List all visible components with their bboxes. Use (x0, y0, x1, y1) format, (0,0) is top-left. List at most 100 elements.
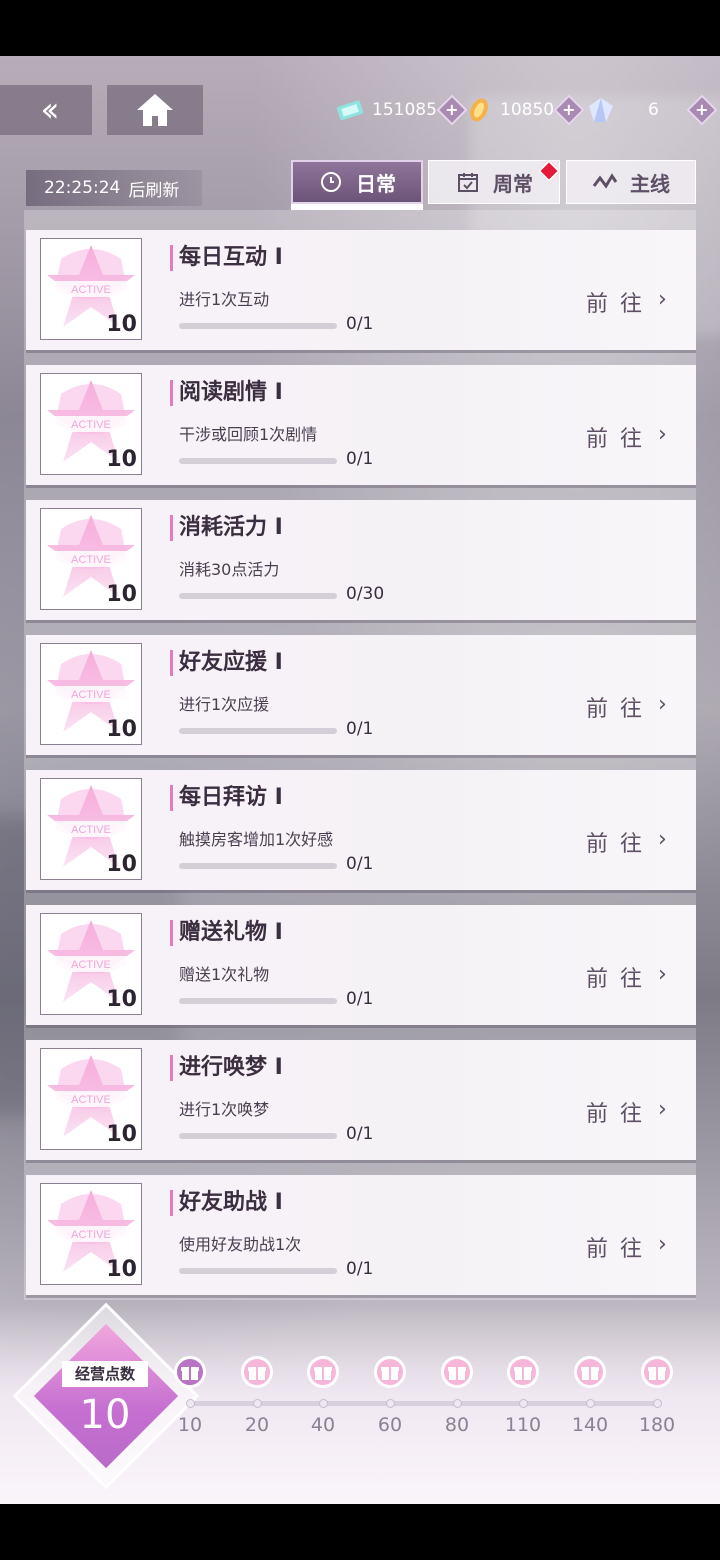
svg-text:ACTIVE: ACTIVE (71, 1229, 111, 1241)
feather-currency-icon (470, 98, 488, 122)
milestone-node (319, 1399, 328, 1408)
active-points-badge: ACTIVE 10 (40, 1183, 142, 1285)
task-title: 赠送礼物 I (170, 920, 283, 946)
gift-icon[interactable] (307, 1356, 339, 1388)
task-title: 每日拜访 I (170, 785, 283, 811)
task-points: 10 (106, 717, 137, 742)
gift-icon[interactable] (241, 1356, 273, 1388)
task-card: ACTIVE 10 赠送礼物 I 赠送1次礼物 0/1 前往 › (26, 905, 696, 1025)
task-card: ACTIVE 10 好友助战 I 使用好友助战1次 0/1 前往 › (26, 1175, 696, 1295)
task-progress-text: 0/1 (346, 314, 374, 334)
task-description: 进行1次唤梦 (179, 1100, 270, 1119)
milestone-node (586, 1399, 595, 1408)
goto-button[interactable]: 前往 (586, 961, 654, 993)
task-description: 进行1次互动 (179, 290, 270, 309)
crystal-amount: 6 (648, 100, 659, 120)
goto-button[interactable]: 前往 (586, 826, 654, 858)
add-ticket-button[interactable]: + (436, 94, 468, 126)
task-points: 10 (106, 987, 137, 1012)
goto-button[interactable]: 前往 (586, 1096, 654, 1128)
crystal-currency-icon (589, 98, 613, 122)
task-progress-text: 0/1 (346, 449, 374, 469)
feather-amount: 10850 (500, 100, 555, 120)
active-points-badge: ACTIVE 10 (40, 1048, 142, 1150)
task-title: 好友助战 I (170, 1190, 283, 1216)
task-progress-bar (179, 593, 337, 599)
task-card: ACTIVE 10 每日拜访 I 触摸房客增加1次好感 0/1 前往 › (26, 770, 696, 890)
milestone-node (519, 1399, 528, 1408)
currency-ticket: 151085 + (336, 94, 468, 126)
task-description: 触摸房客增加1次好感 (179, 830, 334, 849)
task-points: 10 (106, 1257, 137, 1282)
goto-button[interactable]: 前往 (586, 286, 654, 318)
ticket-currency-icon (336, 100, 364, 121)
ticket-amount: 151085 (372, 100, 437, 120)
svg-text:ACTIVE: ACTIVE (71, 959, 111, 971)
milestone-value: 110 (504, 1414, 542, 1436)
milestone-value: 180 (638, 1414, 676, 1436)
gift-icon[interactable] (174, 1356, 206, 1388)
task-card: ACTIVE 10 进行唤梦 I 进行1次唤梦 0/1 前往 › (26, 1040, 696, 1160)
task-description: 赠送1次礼物 (179, 965, 270, 984)
add-crystal-button[interactable]: + (686, 94, 718, 126)
refresh-suffix: 后刷新 (128, 180, 180, 201)
task-progress-bar (179, 1268, 337, 1274)
gift-icon[interactable] (374, 1356, 406, 1388)
task-card: ACTIVE 10 好友应援 I 进行1次应援 0/1 前往 › (26, 635, 696, 755)
add-feather-button[interactable]: + (553, 94, 585, 126)
task-card: ACTIVE 10 消耗活力 I 消耗30点活力 0/30 (26, 500, 696, 620)
tab-daily[interactable]: 日常 (291, 160, 423, 204)
gift-icon[interactable] (507, 1356, 539, 1388)
svg-text:ACTIVE: ACTIVE (71, 419, 111, 431)
task-progress-bar (179, 1133, 337, 1139)
goto-button[interactable]: 前往 (586, 421, 654, 453)
chevron-right-icon: › (658, 962, 667, 987)
task-progress-bar (179, 728, 337, 734)
task-progress-text: 0/1 (346, 719, 374, 739)
milestone-node (453, 1399, 462, 1408)
chevron-right-icon: › (658, 692, 667, 717)
navigation-bar (0, 1504, 720, 1560)
active-points-badge: ACTIVE 10 (40, 913, 142, 1015)
task-title: 好友应援 I (170, 650, 283, 676)
back-button[interactable]: ‹‹ (0, 85, 92, 135)
goto-button[interactable]: 前往 (586, 1231, 654, 1263)
task-description: 干涉或回顾1次剧情 (179, 425, 318, 444)
task-progress-text: 0/1 (346, 854, 374, 874)
active-points-badge: ACTIVE 10 (40, 643, 142, 745)
refresh-time: 22:25:24 (44, 178, 121, 198)
task-progress-text: 0/30 (346, 584, 385, 604)
milestone-node (386, 1399, 395, 1408)
task-title: 消耗活力 I (170, 515, 283, 541)
milestone-value: 140 (571, 1414, 609, 1436)
svg-text:ACTIVE: ACTIVE (71, 824, 111, 836)
active-points-badge: ACTIVE 10 (40, 778, 142, 880)
svg-text:ACTIVE: ACTIVE (71, 689, 111, 701)
milestone-value: 20 (244, 1414, 270, 1436)
task-progress-bar (179, 458, 337, 464)
milestone-value: 40 (310, 1414, 336, 1436)
task-title: 阅读剧情 I (170, 380, 283, 406)
gift-icon[interactable] (574, 1356, 606, 1388)
goto-button[interactable]: 前往 (586, 691, 654, 723)
double-chevron-left-icon: ‹‹ (40, 90, 59, 130)
task-description: 消耗30点活力 (179, 560, 280, 579)
business-points-value: 10 (79, 1392, 131, 1438)
gift-icon[interactable] (641, 1356, 673, 1388)
active-points-badge: ACTIVE 10 (40, 238, 142, 340)
home-button[interactable] (107, 85, 203, 135)
milestone-value: 80 (444, 1414, 470, 1436)
svg-text:ACTIVE: ACTIVE (71, 1094, 111, 1106)
task-title: 每日互动 I (170, 245, 283, 271)
milestone-value: 10 (177, 1414, 203, 1436)
task-title: 进行唤梦 I (170, 1055, 283, 1081)
task-description: 进行1次应援 (179, 695, 270, 714)
clock-icon (318, 169, 344, 195)
gift-icon[interactable] (441, 1356, 473, 1388)
currency-crystal: 6 + (586, 94, 718, 126)
status-bar (0, 0, 720, 56)
svg-text:ACTIVE: ACTIVE (71, 554, 111, 566)
tab-main[interactable]: 主线 (566, 160, 696, 204)
business-points-label: 经营点数 (62, 1361, 148, 1387)
milestone-node (253, 1399, 262, 1408)
